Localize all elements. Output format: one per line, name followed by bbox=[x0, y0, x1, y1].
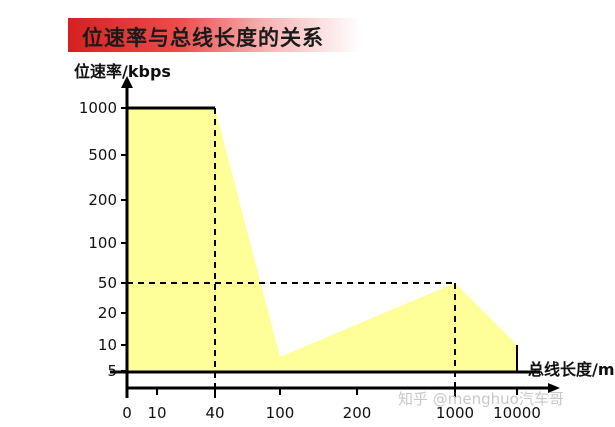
x-tick-label: 100 bbox=[266, 404, 295, 422]
y-tick-label: 100 bbox=[88, 234, 117, 252]
y-tick-label: 50 bbox=[98, 274, 117, 292]
y-tick-label: 500 bbox=[88, 146, 117, 164]
x-axis-label: 总线长度/m bbox=[528, 360, 615, 379]
y-tick-label: 200 bbox=[88, 191, 117, 209]
y-axis-arrow bbox=[121, 76, 133, 88]
y-tick-label: 5 bbox=[107, 362, 117, 380]
watermark: 知乎 @menghuo汽车哥 bbox=[398, 390, 564, 408]
y-tick-label: 20 bbox=[98, 304, 117, 322]
chart-area-fill bbox=[127, 108, 517, 372]
y-tick-label: 1000 bbox=[79, 99, 117, 117]
x-tick-label: 0 bbox=[122, 404, 132, 422]
x-tick-label: 40 bbox=[205, 404, 224, 422]
x-tick-label: 200 bbox=[343, 404, 372, 422]
y-tick-label: 10 bbox=[98, 336, 117, 354]
chart-plot: 10005002001005020105 0 10 40 100 200 1000 1000… bbox=[79, 76, 560, 422]
x-tick-label: 10 bbox=[147, 404, 166, 422]
